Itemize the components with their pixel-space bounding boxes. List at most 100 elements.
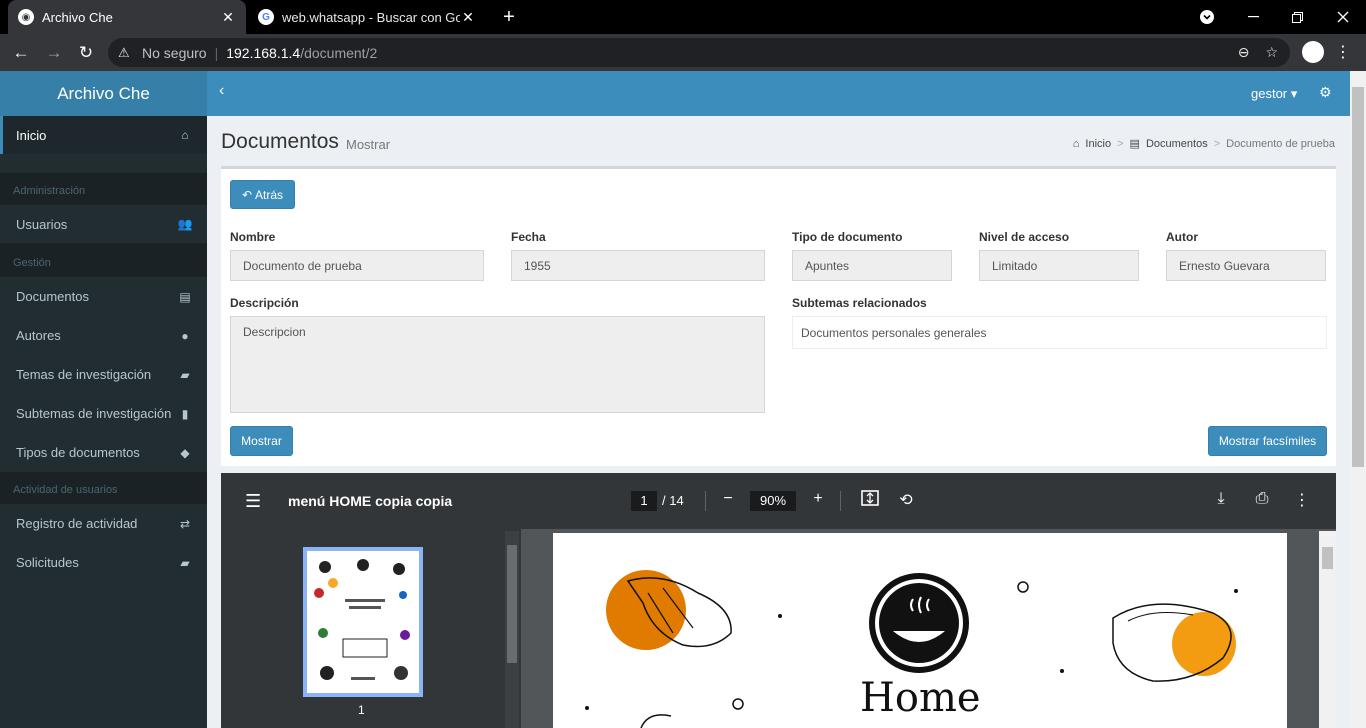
thumbnail-scrollbar[interactable] (505, 531, 519, 728)
menu-icon[interactable]: ☰ (245, 491, 261, 512)
tab-close-icon[interactable]: ✕ (460, 9, 476, 26)
minimize-icon[interactable] (1230, 0, 1276, 34)
scrollbar-thumb[interactable] (507, 545, 517, 663)
sidebar-item-subtemas[interactable]: Subtemas de investigación ▮ (0, 394, 207, 433)
page-scrollbar[interactable] (1319, 531, 1336, 728)
home-icon: ⌂ (181, 128, 189, 142)
toolbar-divider (840, 491, 841, 511)
tab-archivo-che[interactable]: ◉ Archivo Che ✕ (8, 0, 246, 34)
sidebar-item-label: Documentos (16, 289, 89, 304)
print-icon[interactable]: ⎙ (1252, 490, 1272, 508)
sidebar-item-autores[interactable]: Autores ● (0, 316, 207, 355)
back-button-label: Atrás (255, 187, 284, 202)
breadcrumb-inicio[interactable]: Inicio (1085, 138, 1111, 150)
book-icon: ▰ (180, 367, 190, 382)
sidebar-item-inicio[interactable]: Inicio ⌂ (0, 116, 207, 154)
users-icon: 👥 (177, 217, 193, 231)
sidebar-item-solicitudes[interactable]: Solicitudes ▰ (0, 543, 207, 582)
more-options-icon[interactable]: ⋮ (1292, 490, 1312, 510)
reply-icon: ↶ (241, 187, 253, 202)
fit-page-icon[interactable] (860, 490, 880, 511)
page-number-input[interactable]: 1 (631, 491, 657, 511)
tab-title: web.whatsapp - Buscar con Goog (282, 9, 460, 25)
thumbnail-pane: 1 (221, 529, 521, 728)
reload-icon[interactable]: ↻ (75, 42, 97, 64)
chrome-favicon-icon: ◉ (18, 9, 34, 25)
tab-whatsapp-search[interactable]: G web.whatsapp - Buscar con Goog ✕ (248, 0, 486, 34)
address-bar[interactable]: ⚠ No seguro | 192.168.1.4/document/2 ⊖ ☆ (108, 38, 1290, 67)
breadcrumb-documentos[interactable]: Documentos (1146, 138, 1208, 150)
brand-logo[interactable]: Archivo Che (0, 71, 207, 116)
nombre-field[interactable]: Documento de prueba (230, 250, 484, 281)
rotate-icon[interactable]: ⟲ (896, 490, 916, 510)
thumbnail-number: 1 (358, 703, 365, 717)
zoom-out-icon[interactable]: − (718, 490, 738, 508)
autor-field[interactable]: Ernesto Guevara (1166, 250, 1326, 281)
subtemas-field[interactable]: Documentos personales generales (792, 316, 1327, 349)
sidebar-item-label: Tipos de documentos (16, 445, 140, 460)
sidebar: Archivo Che Inicio ⌂ Administración Usua… (0, 71, 207, 728)
descripcion-field[interactable]: Descripcion (230, 316, 765, 413)
breadcrumb-separator: > (1117, 137, 1124, 150)
new-tab-button[interactable]: + (498, 6, 520, 29)
browser-tabbar: ◉ Archivo Che ✕ G web.whatsapp - Buscar … (0, 0, 1366, 34)
exchange-icon: ⇄ (179, 516, 191, 531)
tags-icon: ◆ (180, 445, 190, 460)
file-icon: ▤ (179, 289, 191, 304)
sidebar-toggle-icon[interactable]: ‹ (219, 82, 224, 100)
sidebar-item-label: Autores (16, 328, 61, 343)
scrollbar-thumb[interactable] (1352, 87, 1364, 467)
sidebar-item-tipos[interactable]: Tipos de documentos ◆ (0, 433, 207, 472)
fecha-label: Fecha (511, 230, 546, 244)
breadcrumb: ⌂ Inicio > ▤ Documentos > Documento de p… (1073, 137, 1335, 151)
pdf-viewer: 1 Home (221, 529, 1336, 728)
google-favicon-icon: G (258, 9, 274, 25)
zoom-in-icon[interactable]: + (808, 490, 828, 508)
tab-search-icon[interactable] (1184, 0, 1230, 34)
show-button[interactable]: Mostrar (230, 426, 293, 456)
book-icon: ▰ (180, 555, 190, 570)
sidebar-item-usuarios[interactable]: Usuarios 👥 (0, 205, 207, 243)
sidebar-item-registro[interactable]: Registro de actividad ⇄ (0, 504, 207, 543)
pdf-toolbar: ☰ menú HOME copia copia 1 / 14 − 90% + ⟲… (221, 473, 1336, 529)
url-host: 192.168.1.4 (226, 44, 301, 61)
cogs-icon[interactable]: ⚙ (1319, 84, 1332, 101)
back-arrow-icon[interactable]: ← (10, 42, 32, 64)
user-menu[interactable]: gestor ▾ (1251, 86, 1297, 102)
top-navbar: ‹ gestor ▾ ⚙ (207, 71, 1350, 116)
page-scrollbar[interactable] (1350, 71, 1366, 728)
nivel-label: Nivel de acceso (979, 230, 1070, 244)
tipo-field[interactable]: Apuntes (792, 250, 952, 281)
download-icon[interactable]: ⤓ (1211, 490, 1231, 508)
fecha-field[interactable]: 1955 (511, 250, 765, 281)
restore-icon[interactable] (1274, 0, 1320, 34)
profile-avatar-icon[interactable] (1302, 41, 1324, 63)
show-facsimiles-button[interactable]: Mostrar facsímiles (1208, 426, 1327, 456)
tab-close-icon[interactable]: ✕ (220, 9, 236, 26)
zoom-icon[interactable]: ⊖ (1238, 44, 1250, 61)
page-illustration: Home (585, 570, 1238, 728)
document-box: ↶ Atrás Nombre Documento de prueba Fecha … (221, 166, 1336, 466)
page-thumbnail[interactable] (303, 547, 423, 697)
forward-arrow-icon[interactable]: → (43, 42, 65, 64)
tab-title: Archivo Che (42, 9, 113, 25)
browser-menu-icon[interactable]: ⋮ (1334, 42, 1352, 62)
tipo-label: Tipo de documento (792, 230, 903, 244)
user-icon: ● (181, 328, 189, 343)
zoom-input[interactable]: 90% (750, 491, 796, 511)
star-icon[interactable]: ☆ (1265, 44, 1278, 61)
back-button[interactable]: ↶ Atrás (230, 180, 295, 209)
nivel-field[interactable]: Limitado (979, 250, 1139, 281)
subtemas-label: Subtemas relacionados (792, 296, 927, 310)
sidebar-header-actividad: Actividad de usuarios (0, 472, 207, 504)
file-icon: ▤ (1129, 138, 1140, 150)
nombre-label: Nombre (230, 230, 276, 244)
sidebar-item-temas[interactable]: Temas de investigación ▰ (0, 355, 207, 394)
close-window-icon[interactable] (1320, 0, 1366, 34)
pdf-title: menú HOME copia copia (288, 493, 453, 509)
sidebar-item-documentos[interactable]: Documentos ▤ (0, 277, 207, 316)
url-path: /document/2 (300, 44, 378, 61)
sidebar-item-label: Temas de investigación (16, 367, 152, 382)
scrollbar-thumb[interactable] (1322, 547, 1333, 569)
page-subtitle: Mostrar (346, 137, 391, 152)
